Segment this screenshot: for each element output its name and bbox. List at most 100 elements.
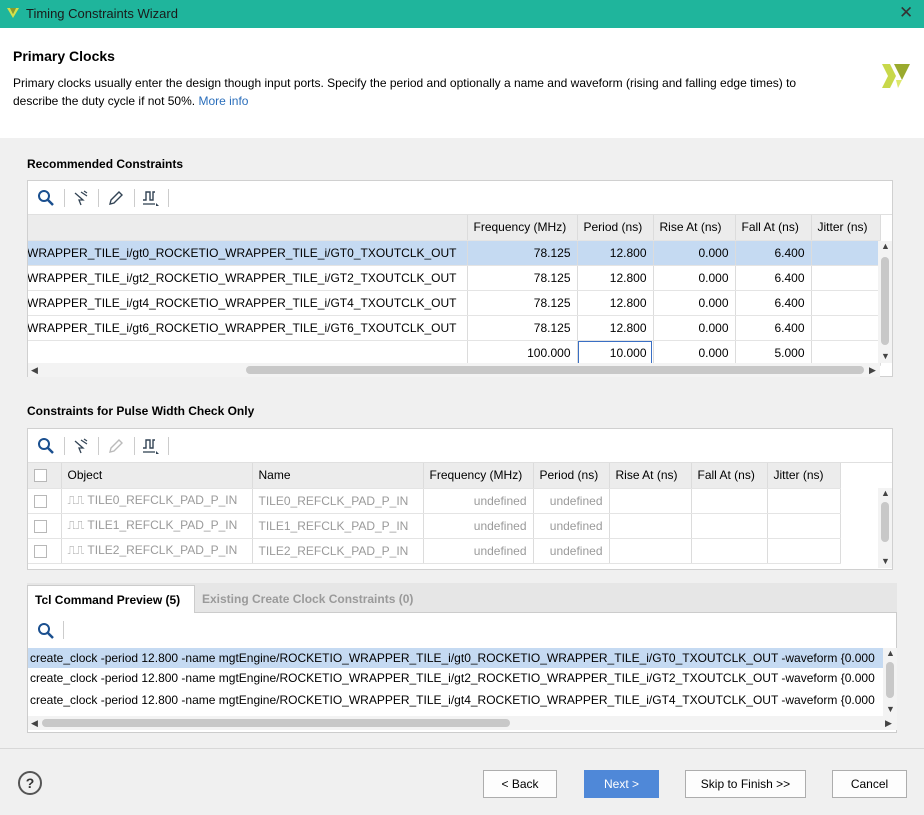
rise-cell[interactable]: 0.000 <box>653 340 736 366</box>
column-header[interactable]: Jitter (ns) <box>767 463 841 489</box>
period-cell[interactable]: 12.800 <box>577 315 654 341</box>
tab-tcl-command-preview[interactable]: Tcl Command Preview (5) <box>27 585 195 613</box>
fall-cell[interactable]: 6.400 <box>735 240 812 266</box>
object-cell[interactable]: ⎍⎍ TILE0_REFCLK_PAD_P_IN <box>61 488 253 514</box>
column-header[interactable]: Fall At (ns) <box>691 463 768 489</box>
frequency-cell[interactable]: 78.125 <box>467 315 578 341</box>
tcl-line[interactable]: create_clock -period 12.800 -name mgtEng… <box>28 690 883 710</box>
rise-cell[interactable] <box>609 538 692 564</box>
name-cell[interactable]: TILE1_REFCLK_PAD_P_IN <box>252 513 424 539</box>
auto-detect-icon[interactable] <box>71 188 91 208</box>
tcl-line[interactable]: create_clock -period 12.800 -name mgtEng… <box>28 668 883 688</box>
frequency-cell[interactable]: 78.125 <box>467 290 578 316</box>
period-cell[interactable]: 12.800 <box>577 240 654 266</box>
jitter-cell[interactable] <box>767 538 841 564</box>
scroll-thumb[interactable] <box>886 662 894 698</box>
object-cell[interactable]: ngEngine/ROCKETIO_WRAPPER_TILE_i/gt4_ROC… <box>28 290 468 316</box>
vertical-scrollbar[interactable]: ▲ ▼ <box>883 648 897 716</box>
close-icon[interactable]: ✕ <box>899 3 913 23</box>
frequency-cell[interactable]: undefined <box>423 538 534 564</box>
name-cell[interactable]: TILE2_REFCLK_PAD_P_IN <box>252 538 424 564</box>
table-row[interactable]: ⎍⎍ TILE0_REFCLK_PAD_P_IN TILE0_REFCLK_PA… <box>28 488 841 514</box>
object-cell[interactable]: ngEngine/ROCKETIO_WRAPPER_TILE_i/gt0_ROC… <box>28 240 468 266</box>
vertical-scrollbar[interactable]: ▲ ▼ <box>878 488 892 568</box>
period-cell[interactable]: undefined <box>533 538 610 564</box>
row-checkbox[interactable] <box>34 519 47 533</box>
search-icon[interactable] <box>36 436 56 456</box>
waveform-icon[interactable] <box>141 436 161 456</box>
period-cell[interactable]: 12.800 <box>577 290 654 316</box>
jitter-cell[interactable] <box>767 488 841 514</box>
frequency-cell[interactable]: undefined <box>423 513 534 539</box>
select-all-checkbox[interactable] <box>34 469 47 483</box>
fall-cell[interactable] <box>691 538 768 564</box>
search-icon[interactable] <box>36 188 56 208</box>
column-header[interactable]: Object <box>61 463 253 489</box>
frequency-cell[interactable]: 78.125 <box>467 240 578 266</box>
search-icon[interactable] <box>36 621 56 641</box>
table-row[interactable]: ⎍⎍ TILE1_REFCLK_PAD_P_IN TILE1_REFCLK_PA… <box>28 513 841 539</box>
column-header[interactable]: Period (ns) <box>533 463 610 489</box>
scroll-thumb[interactable] <box>42 719 510 727</box>
name-cell[interactable]: TILE0_REFCLK_PAD_P_IN <box>252 488 424 514</box>
jitter-cell[interactable] <box>811 315 881 341</box>
row-checkbox[interactable] <box>34 544 47 558</box>
table-row[interactable]: ngEngine/ROCKETIO_WRAPPER_TILE_i/gt4_ROC… <box>28 290 881 316</box>
table-row[interactable]: ngEngine/ROCKETIO_WRAPPER_TILE_i/gt2_ROC… <box>28 265 881 291</box>
fall-cell[interactable]: 6.400 <box>735 265 812 291</box>
period-cell[interactable]: 12.800 <box>577 265 654 291</box>
column-header[interactable] <box>28 215 468 241</box>
period-cell[interactable]: 10.000 <box>577 340 654 366</box>
column-header[interactable]: Frequency (MHz) <box>467 215 578 241</box>
object-cell[interactable]: ⎍⎍ TILE2_REFCLK_PAD_P_IN <box>61 538 253 564</box>
row-checkbox[interactable] <box>34 494 47 508</box>
vertical-scrollbar[interactable]: ▲ ▼ <box>878 241 892 363</box>
fall-cell[interactable] <box>691 513 768 539</box>
table-row[interactable]: ngEngine/ROCKETIO_WRAPPER_TILE_i/gt6_ROC… <box>28 315 881 341</box>
period-cell[interactable]: undefined <box>533 488 610 514</box>
horizontal-scrollbar[interactable]: ◀ ▶ <box>28 363 880 377</box>
help-button[interactable]: ? <box>18 771 42 795</box>
skip-to-finish-button[interactable]: Skip to Finish >> <box>685 770 806 798</box>
rise-cell[interactable] <box>609 513 692 539</box>
rise-cell[interactable]: 0.000 <box>653 315 736 341</box>
column-header[interactable]: Rise At (ns) <box>653 215 736 241</box>
back-button[interactable]: < Back <box>483 770 557 798</box>
column-header[interactable]: Frequency (MHz) <box>423 463 534 489</box>
object-cell[interactable]: ngEngine/ROCKETIO_WRAPPER_TILE_i/gt2_ROC… <box>28 265 468 291</box>
next-button[interactable]: Next > <box>584 770 659 798</box>
column-header[interactable]: Jitter (ns) <box>811 215 881 241</box>
rise-cell[interactable]: 0.000 <box>653 240 736 266</box>
fall-cell[interactable]: 6.400 <box>735 290 812 316</box>
waveform-icon[interactable] <box>141 188 161 208</box>
more-info-link[interactable]: More info <box>198 94 248 108</box>
column-header[interactable]: Period (ns) <box>577 215 654 241</box>
fall-cell[interactable] <box>691 488 768 514</box>
edit-pencil-icon[interactable] <box>106 188 126 208</box>
fall-cell[interactable]: 6.400 <box>735 315 812 341</box>
object-cell[interactable]: ngEngine/ROCKETIO_WRAPPER_TILE_i/gt6_ROC… <box>28 315 468 341</box>
jitter-cell[interactable] <box>811 340 881 366</box>
frequency-cell[interactable]: 78.125 <box>467 265 578 291</box>
rise-cell[interactable]: 0.000 <box>653 265 736 291</box>
object-cell[interactable] <box>28 340 468 366</box>
table-row[interactable]: 100.000 10.000 0.000 5.000 <box>28 340 881 366</box>
column-header[interactable]: Fall At (ns) <box>735 215 812 241</box>
frequency-cell[interactable]: undefined <box>423 488 534 514</box>
object-cell[interactable]: ⎍⎍ TILE1_REFCLK_PAD_P_IN <box>61 513 253 539</box>
horizontal-scrollbar[interactable]: ◀ ▶ <box>28 716 897 730</box>
fall-cell[interactable]: 5.000 <box>735 340 812 366</box>
jitter-cell[interactable] <box>811 240 881 266</box>
scroll-thumb[interactable] <box>881 257 889 345</box>
tab-existing-clock-constraints[interactable]: Existing Create Clock Constraints (0) <box>195 585 420 613</box>
rise-cell[interactable] <box>609 488 692 514</box>
select-all-header[interactable] <box>28 463 62 489</box>
jitter-cell[interactable] <box>811 265 881 291</box>
column-header[interactable]: Rise At (ns) <box>609 463 692 489</box>
table-row[interactable]: ngEngine/ROCKETIO_WRAPPER_TILE_i/gt0_ROC… <box>28 240 881 266</box>
jitter-cell[interactable] <box>811 290 881 316</box>
table-row[interactable]: ⎍⎍ TILE2_REFCLK_PAD_P_IN TILE2_REFCLK_PA… <box>28 538 841 564</box>
tcl-line[interactable]: create_clock -period 12.800 -name mgtEng… <box>28 648 883 668</box>
scroll-thumb[interactable] <box>246 366 864 374</box>
cancel-button[interactable]: Cancel <box>832 770 907 798</box>
